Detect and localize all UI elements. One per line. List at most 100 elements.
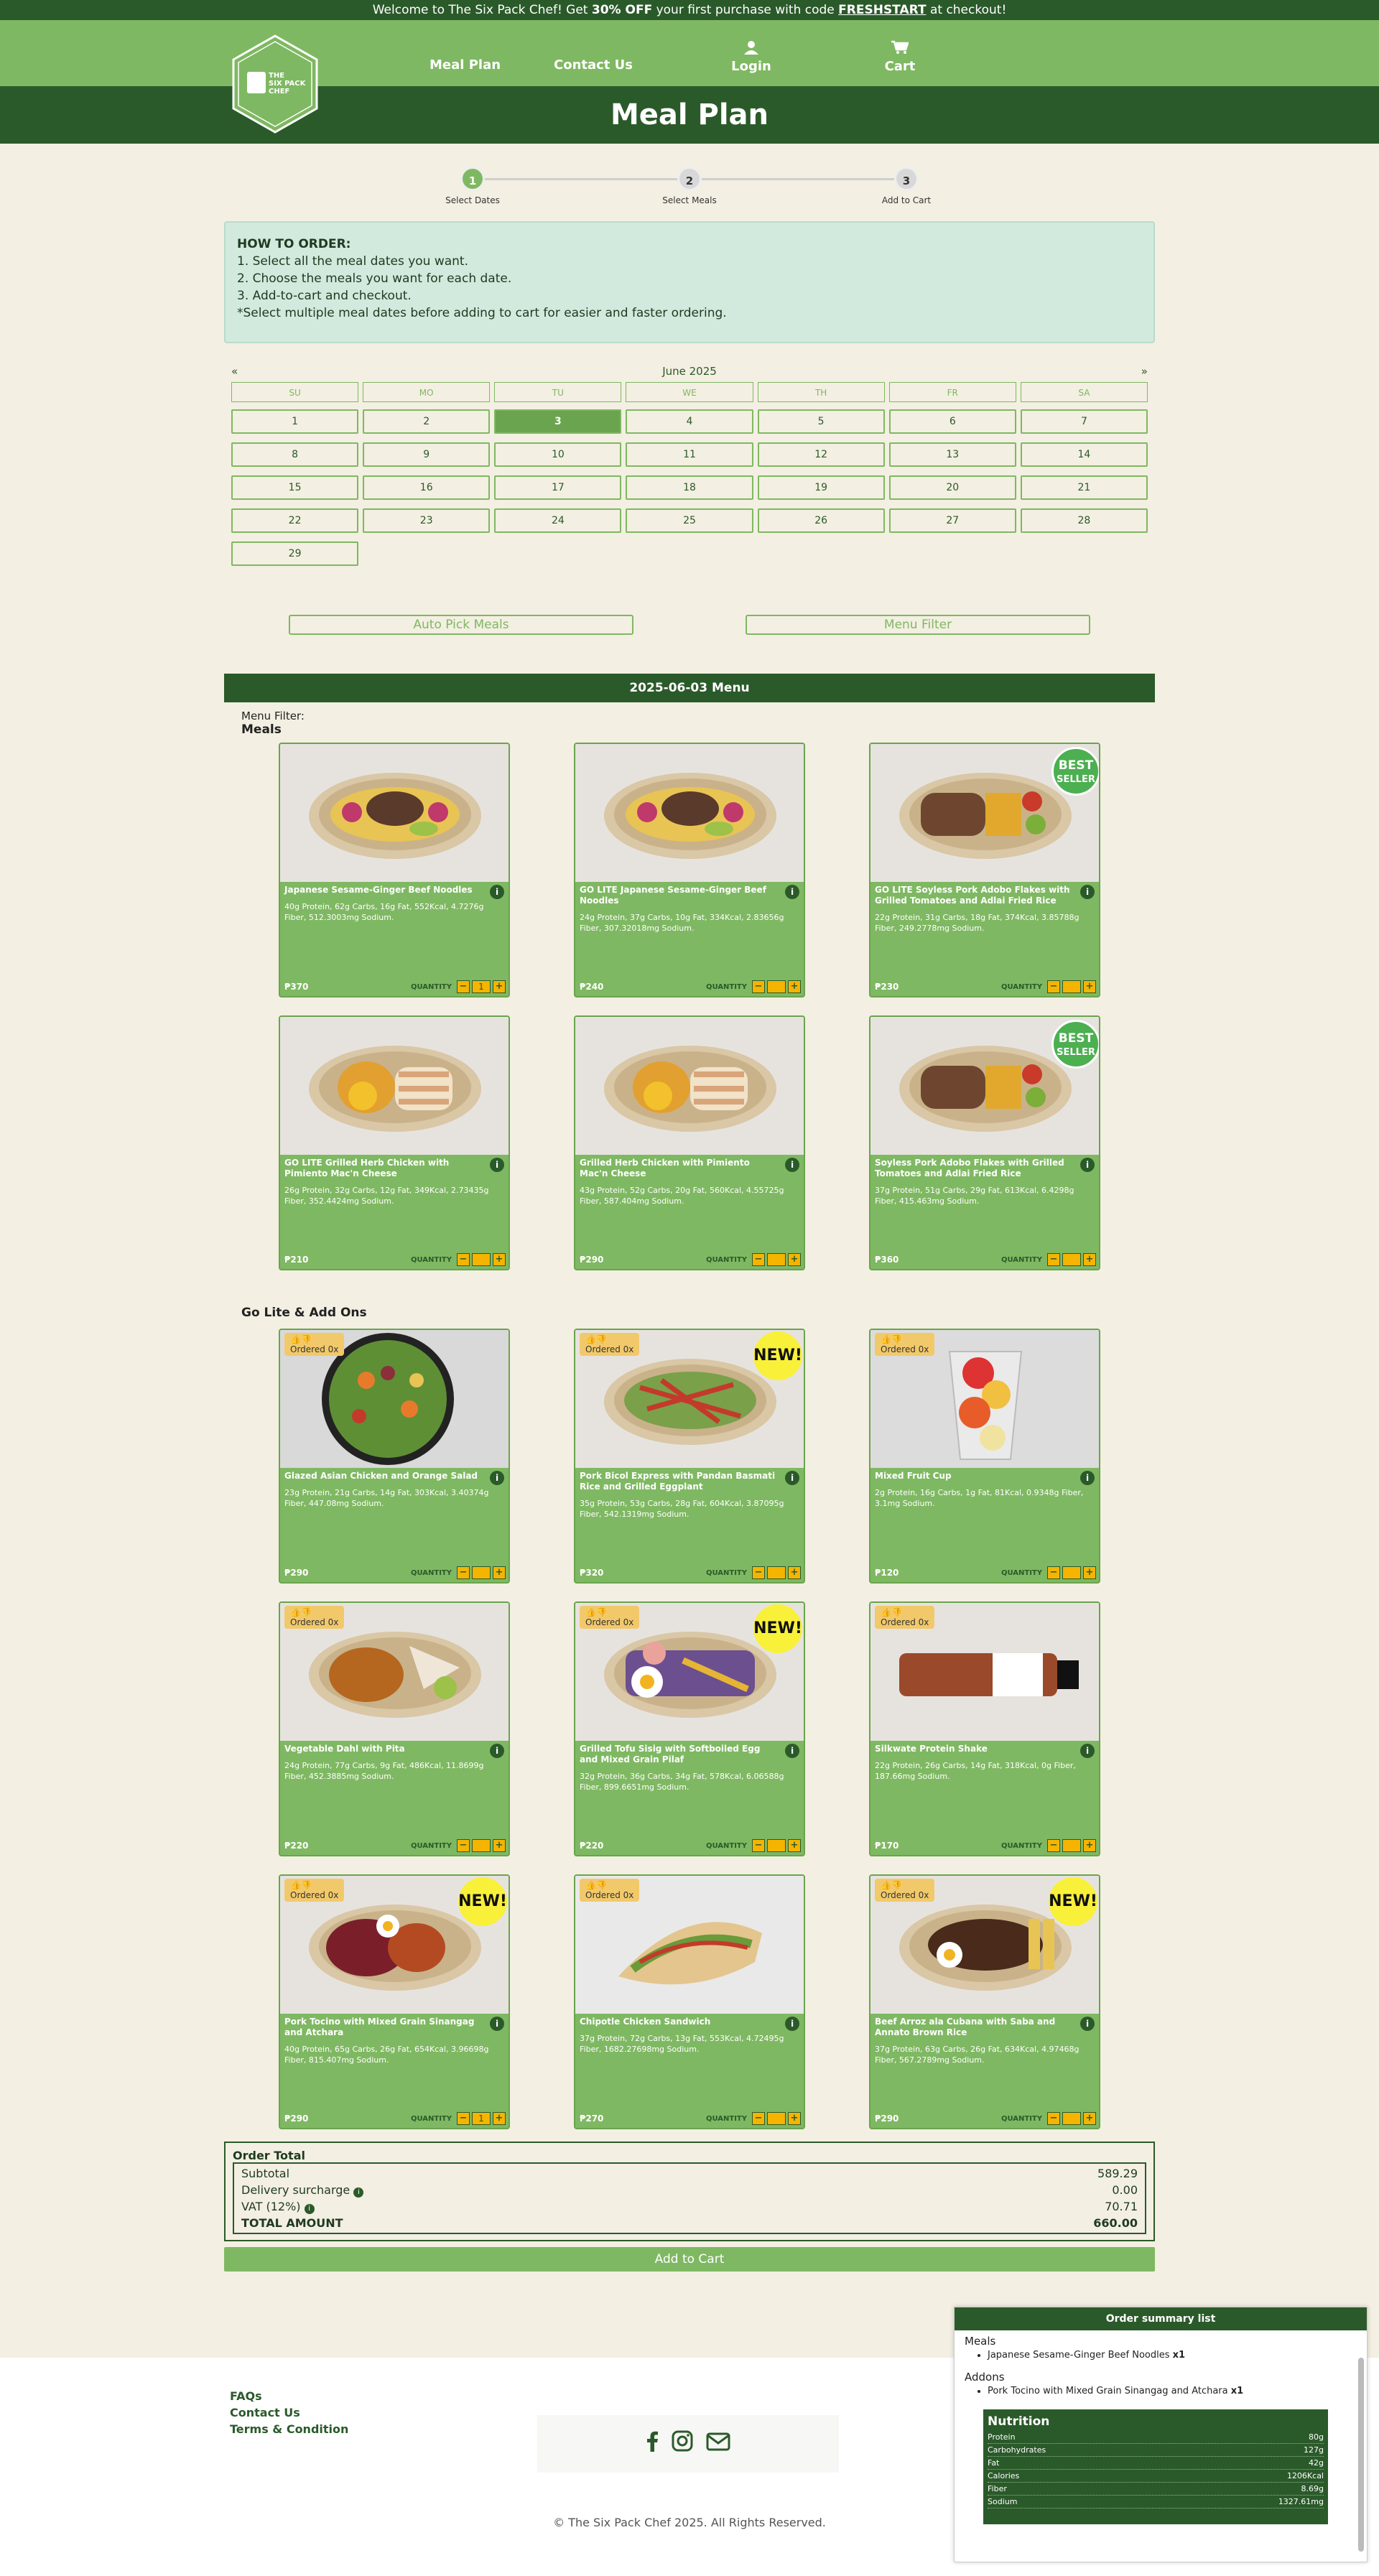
increment-button[interactable]: + xyxy=(788,2112,801,2125)
info-icon[interactable]: i xyxy=(490,1744,504,1758)
thumbs-icon[interactable]: 👍👎 xyxy=(585,1607,607,1617)
calendar-day-8[interactable]: 8 xyxy=(231,442,359,467)
calendar-next-button[interactable]: » xyxy=(1141,365,1148,378)
decrement-button[interactable]: − xyxy=(457,2112,470,2125)
increment-button[interactable]: + xyxy=(493,2112,506,2125)
product-card[interactable]: 👍👎 Ordered 0x Vegetable Dahl with Pita i 24g… xyxy=(279,1601,510,1856)
calendar-day-14[interactable]: 14 xyxy=(1020,442,1148,467)
logo[interactable]: THE SIX PACK CHEF xyxy=(231,34,319,134)
increment-button[interactable]: + xyxy=(493,1253,506,1266)
calendar-prev-button[interactable]: « xyxy=(231,365,238,378)
thumbs-icon[interactable]: 👍👎 xyxy=(881,1334,902,1344)
decrement-button[interactable]: − xyxy=(457,1566,470,1579)
increment-button[interactable]: + xyxy=(493,1566,506,1579)
quantity-value[interactable] xyxy=(1062,1253,1081,1266)
calendar-day-2[interactable]: 2 xyxy=(363,409,491,434)
quantity-value[interactable] xyxy=(1062,2112,1081,2125)
decrement-button[interactable]: − xyxy=(1047,1566,1060,1579)
thumbs-icon[interactable]: 👍👎 xyxy=(290,1880,312,1890)
decrement-button[interactable]: − xyxy=(752,2112,765,2125)
quantity-value[interactable] xyxy=(1062,980,1081,993)
calendar-day-21[interactable]: 21 xyxy=(1020,475,1148,500)
increment-button[interactable]: + xyxy=(1083,1839,1096,1852)
increment-button[interactable]: + xyxy=(788,1839,801,1852)
info-icon[interactable]: i xyxy=(785,1471,799,1485)
increment-button[interactable]: + xyxy=(493,1839,506,1852)
increment-button[interactable]: + xyxy=(1083,1566,1096,1579)
quantity-value[interactable]: 1 xyxy=(472,980,491,993)
calendar-day-27[interactable]: 27 xyxy=(888,508,1016,533)
increment-button[interactable]: + xyxy=(493,980,506,993)
calendar-day-1[interactable]: 1 xyxy=(231,409,359,434)
quantity-value[interactable] xyxy=(472,1253,491,1266)
menu-filter-button[interactable]: Menu Filter xyxy=(746,615,1090,635)
quantity-value[interactable] xyxy=(1062,1839,1081,1852)
product-card[interactable]: GO LITE Japanese Sesame-Ginger Beef Nood… xyxy=(574,743,805,998)
info-icon[interactable]: i xyxy=(785,1744,799,1758)
thumbs-icon[interactable]: 👍👎 xyxy=(881,1880,902,1890)
calendar-day-23[interactable]: 23 xyxy=(363,508,491,533)
decrement-button[interactable]: − xyxy=(457,1839,470,1852)
nav-login[interactable]: Login xyxy=(730,40,773,74)
info-icon[interactable]: i xyxy=(1080,1744,1095,1758)
info-icon[interactable]: i xyxy=(304,2204,315,2214)
product-card[interactable]: 👍👎 Ordered 0x NEW! Beef Arroz ala Cubana wi… xyxy=(869,1874,1100,2129)
decrement-button[interactable]: − xyxy=(1047,1253,1060,1266)
info-icon[interactable]: i xyxy=(490,1158,504,1172)
calendar-day-3[interactable]: 3 xyxy=(494,409,622,434)
product-card[interactable]: 👍👎 Ordered 0x Glazed Asian Chicken and Ora… xyxy=(279,1329,510,1584)
thumbs-icon[interactable]: 👍👎 xyxy=(290,1607,312,1617)
product-card[interactable]: Japanese Sesame-Ginger Beef Noodles i 40g … xyxy=(279,743,510,998)
increment-button[interactable]: + xyxy=(788,1566,801,1579)
calendar-day-16[interactable]: 16 xyxy=(363,475,491,500)
quantity-value[interactable] xyxy=(767,980,786,993)
product-card[interactable]: Grilled Herb Chicken with Pimiento Mac'n… xyxy=(574,1015,805,1270)
product-card[interactable]: BEST SELLER Soyless Pork Adobo Flakes with… xyxy=(869,1015,1100,1270)
info-icon[interactable]: i xyxy=(490,1471,504,1485)
quantity-value[interactable] xyxy=(767,1566,786,1579)
footer-link-terms[interactable]: Terms & Condition xyxy=(230,2421,348,2437)
product-card[interactable]: 👍👎 Ordered 0x Mixed Fruit Cup i 2g Protein, … xyxy=(869,1329,1100,1584)
calendar-day-29[interactable]: 29 xyxy=(231,541,359,566)
quantity-value[interactable] xyxy=(1062,1566,1081,1579)
calendar-day-5[interactable]: 5 xyxy=(757,409,885,434)
calendar-day-28[interactable]: 28 xyxy=(1020,508,1148,533)
product-card[interactable]: 👍👎 Ordered 0x NEW! Pork Bicol Express with … xyxy=(574,1329,805,1584)
calendar-day-26[interactable]: 26 xyxy=(757,508,885,533)
calendar-day-18[interactable]: 18 xyxy=(626,475,753,500)
info-icon[interactable]: i xyxy=(785,2017,799,2031)
decrement-button[interactable]: − xyxy=(752,1253,765,1266)
calendar-day-22[interactable]: 22 xyxy=(231,508,359,533)
footer-link-faqs[interactable]: FAQs xyxy=(230,2388,348,2404)
calendar-day-4[interactable]: 4 xyxy=(626,409,753,434)
calendar-day-11[interactable]: 11 xyxy=(626,442,753,467)
info-icon[interactable]: i xyxy=(1080,2017,1095,2031)
decrement-button[interactable]: − xyxy=(752,1566,765,1579)
increment-button[interactable]: + xyxy=(1083,2112,1096,2125)
increment-button[interactable]: + xyxy=(1083,1253,1096,1266)
product-card[interactable]: 👍👎 Ordered 0x NEW! Grilled Tofu Sisig with … xyxy=(574,1601,805,1856)
decrement-button[interactable]: − xyxy=(457,1253,470,1266)
product-card[interactable]: 👍👎 Ordered 0x Silkwate Protein Shake i 22g P… xyxy=(869,1601,1100,1856)
thumbs-icon[interactable]: 👍👎 xyxy=(585,1880,607,1890)
quantity-value[interactable] xyxy=(472,1839,491,1852)
calendar-day-24[interactable]: 24 xyxy=(494,508,622,533)
info-icon[interactable]: i xyxy=(490,2017,504,2031)
nav-cart[interactable]: Cart xyxy=(878,40,921,74)
quantity-value[interactable] xyxy=(767,2112,786,2125)
auto-pick-meals-button[interactable]: Auto Pick Meals xyxy=(289,615,633,635)
decrement-button[interactable]: − xyxy=(457,980,470,993)
info-icon[interactable]: i xyxy=(1080,1471,1095,1485)
summary-scrollbar[interactable] xyxy=(1358,2358,1364,2552)
decrement-button[interactable]: − xyxy=(1047,980,1060,993)
product-card[interactable]: 👍👎 Ordered 0x NEW! Pork Tocino with Mixed G… xyxy=(279,1874,510,2129)
instagram-icon[interactable] xyxy=(672,2430,693,2458)
decrement-button[interactable]: − xyxy=(1047,2112,1060,2125)
info-icon[interactable]: i xyxy=(353,2187,364,2198)
decrement-button[interactable]: − xyxy=(752,1839,765,1852)
increment-button[interactable]: + xyxy=(788,1253,801,1266)
product-card[interactable]: GO LITE Grilled Herb Chicken with Pimien… xyxy=(279,1015,510,1270)
calendar-day-7[interactable]: 7 xyxy=(1020,409,1148,434)
calendar-day-6[interactable]: 6 xyxy=(888,409,1016,434)
footer-link-contact[interactable]: Contact Us xyxy=(230,2404,348,2421)
